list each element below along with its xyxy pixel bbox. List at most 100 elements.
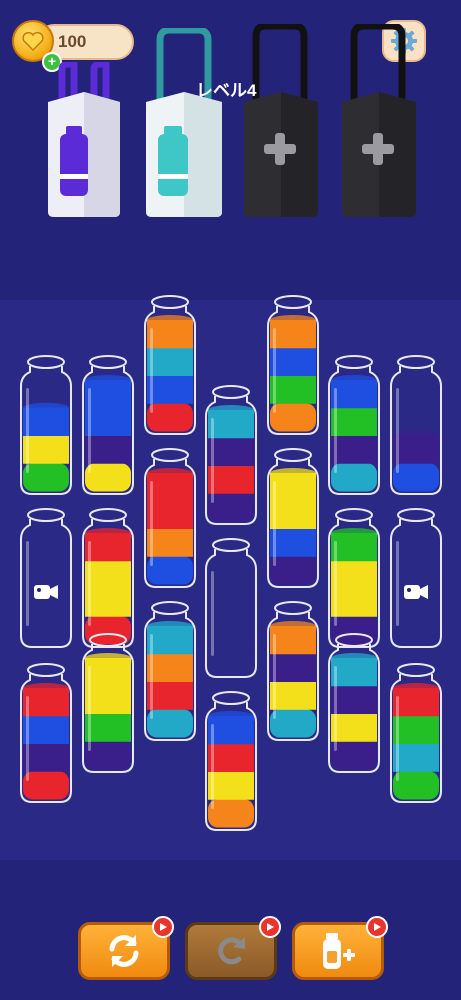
liquid-layer-cyan	[147, 347, 193, 376]
bag-collected-cyan	[146, 28, 222, 217]
bottle-highlight	[273, 481, 276, 566]
bottle-r3c4[interactable]	[203, 382, 259, 527]
liquid-surface	[270, 468, 316, 478]
bottle-r8c2[interactable]	[80, 630, 136, 775]
bottle-r7c5[interactable]	[265, 598, 321, 743]
bottle-highlight	[88, 666, 91, 751]
liquid-layer-blue	[147, 375, 193, 404]
liquid-layer-blue	[23, 715, 69, 744]
bottle-highlight	[150, 481, 153, 566]
bottle-r6c4[interactable]	[203, 535, 259, 680]
liquid-layer-red	[147, 403, 193, 432]
bottle-rim	[335, 633, 373, 647]
bottle-rim	[397, 508, 435, 522]
bottle-r9c7[interactable]	[388, 660, 444, 805]
restart-icon	[109, 935, 139, 967]
bottle-r5c7[interactable]	[388, 505, 444, 650]
bottle-r8c6[interactable]	[326, 630, 382, 775]
liquid-layer-green	[393, 771, 439, 800]
liquid-layer-purple	[85, 435, 131, 464]
liquid-layer-red	[208, 743, 254, 772]
liquid-layer-blue	[270, 347, 316, 376]
liquid-surface	[270, 621, 316, 631]
bottle-rim	[397, 663, 435, 677]
liquid-layer-purple	[23, 743, 69, 772]
bottle-r5c1[interactable]	[18, 505, 74, 650]
bottle-r2c6[interactable]	[326, 352, 382, 497]
bottle-highlight	[88, 541, 91, 626]
bag-locked-2	[342, 24, 416, 217]
liquid-surface	[85, 528, 131, 538]
liquid-layer-purple	[331, 741, 377, 770]
liquid-layer-yellow	[85, 463, 131, 492]
liquid-layer-purple	[85, 741, 131, 770]
bottle-rim	[89, 633, 127, 647]
bottle-rim	[335, 355, 373, 369]
liquid-layer-green	[270, 375, 316, 404]
bottle-r1c5[interactable]	[265, 292, 321, 437]
play-ad-icon	[366, 916, 388, 938]
bottle-highlight	[334, 388, 337, 473]
bottle-highlight	[88, 388, 91, 473]
liquid-layer-orange	[147, 528, 193, 557]
bottle-highlight	[150, 634, 153, 719]
bottle-rim	[274, 448, 312, 462]
liquid-layer-cyan	[393, 743, 439, 772]
bottle-r2c1[interactable]	[18, 352, 74, 497]
liquid-layer-red	[147, 500, 193, 529]
liquid-surface	[393, 430, 439, 441]
liquid-layer-orange	[208, 799, 254, 828]
bottle-r5c2[interactable]	[80, 505, 136, 650]
liquid-layer-yellow	[331, 588, 377, 617]
liquid-layer-purple	[331, 685, 377, 714]
bottle-rim	[89, 508, 127, 522]
bottle-highlight	[396, 388, 399, 473]
liquid-layer-orange	[147, 653, 193, 682]
liquid-layer-blue	[393, 463, 439, 492]
bottle-highlight	[273, 328, 276, 413]
liquid-layer-yellow	[331, 560, 377, 589]
bottle-highlight	[26, 541, 29, 626]
bottle-r1c3[interactable]	[142, 292, 198, 437]
liquid-layer-green	[85, 713, 131, 742]
bottle-rim	[27, 508, 65, 522]
bottle-highlight	[211, 571, 214, 656]
bottle-r5c6[interactable]	[326, 505, 382, 650]
bag-locked-1	[244, 24, 318, 217]
liquid-layer-purple	[331, 435, 377, 464]
bottle-r4c5[interactable]	[265, 445, 321, 590]
bottle-r4c3[interactable]	[142, 445, 198, 590]
add-bottle-icon	[323, 933, 355, 969]
liquid-surface	[331, 653, 377, 663]
bottle-r10c4[interactable]	[203, 688, 259, 833]
bottle-r9c1[interactable]	[18, 660, 74, 805]
bottle-rim	[274, 601, 312, 615]
liquid-layer-green	[393, 715, 439, 744]
liquid-surface	[147, 468, 193, 478]
bottle-r2c7[interactable]	[388, 352, 444, 497]
video-camera-icon	[404, 585, 428, 599]
liquid-surface	[393, 683, 439, 693]
bottle-highlight	[273, 634, 276, 719]
liquid-surface	[331, 375, 377, 385]
liquid-layer-yellow	[331, 713, 377, 742]
liquid-layer-yellow	[208, 771, 254, 800]
liquid-layer-green	[23, 463, 69, 492]
bottle-highlight	[26, 388, 29, 473]
liquid-layer-purple	[270, 653, 316, 682]
bottle-rim	[89, 355, 127, 369]
bottle-highlight	[150, 328, 153, 413]
liquid-surface	[331, 528, 377, 538]
bottle-r7c3[interactable]	[142, 598, 198, 743]
bottle-highlight	[211, 724, 214, 809]
bottle-rim	[27, 663, 65, 677]
liquid-layer-yellow	[85, 560, 131, 589]
bottle-rim	[27, 355, 65, 369]
liquid-layer-cyan	[147, 709, 193, 738]
liquid-layer-cyan	[270, 709, 316, 738]
bottle-r2c2[interactable]	[80, 352, 136, 497]
liquid-surface	[23, 683, 69, 693]
liquid-surface	[147, 621, 193, 631]
play-ad-icon	[152, 916, 174, 938]
liquid-surface	[270, 315, 316, 325]
